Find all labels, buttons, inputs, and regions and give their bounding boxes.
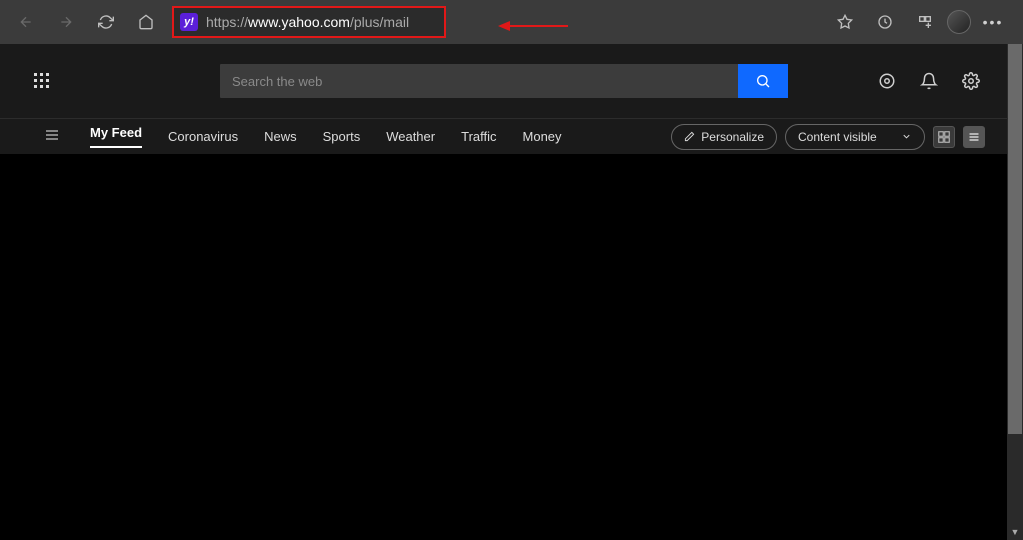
chevron-down-icon <box>901 131 912 142</box>
personalize-button[interactable]: Personalize <box>671 124 777 150</box>
feed-menu-button[interactable] <box>44 127 60 146</box>
yahoo-favicon-icon: y! <box>180 13 198 31</box>
scrollbar-down-button[interactable]: ▼ <box>1007 524 1023 540</box>
hamburger-icon <box>44 127 60 143</box>
search-icon <box>755 73 771 89</box>
rewards-icon <box>878 72 896 90</box>
feed-controls: Personalize Content visible <box>671 124 985 150</box>
content-visible-dropdown[interactable]: Content visible <box>785 124 925 150</box>
rewards-button[interactable] <box>877 71 897 91</box>
profile-avatar[interactable] <box>947 10 971 34</box>
layout-grid-icon <box>938 131 950 143</box>
ntp-topbar <box>0 44 1023 118</box>
feed-link-myfeed[interactable]: My Feed <box>90 125 142 148</box>
home-button[interactable] <box>128 4 164 40</box>
feed-link-sports[interactable]: Sports <box>323 129 361 144</box>
grid-icon <box>34 73 50 89</box>
home-icon <box>138 14 154 30</box>
browser-toolbar: y! https://www.yahoo.com/plus/mail ••• <box>0 0 1023 44</box>
refresh-button[interactable] <box>88 4 124 40</box>
content-visible-label: Content visible <box>798 130 877 144</box>
ntp-top-icons <box>877 71 981 91</box>
layout-list-button[interactable] <box>963 126 985 148</box>
gear-icon <box>962 72 980 90</box>
feed-content-area <box>0 154 1007 540</box>
scrollbar-thumb[interactable] <box>1008 44 1022 434</box>
app-launcher-button[interactable] <box>24 63 60 99</box>
favorites-button[interactable] <box>827 4 863 40</box>
toolbar-actions: ••• <box>827 4 1015 40</box>
url-text: https://www.yahoo.com/plus/mail <box>206 14 409 30</box>
collections-icon <box>917 14 933 30</box>
collections-button[interactable] <box>907 4 943 40</box>
scrollbar-track[interactable]: ▼ <box>1007 44 1023 540</box>
url-domain: www.yahoo.com <box>248 14 350 30</box>
feed-link-traffic[interactable]: Traffic <box>461 129 496 144</box>
star-plus-icon <box>837 14 853 30</box>
search-input[interactable] <box>220 64 738 98</box>
history-icon <box>877 14 893 30</box>
layout-grid-button[interactable] <box>933 126 955 148</box>
search-bar <box>220 64 788 98</box>
personalize-label: Personalize <box>701 130 764 144</box>
arrow-left-icon <box>18 14 34 30</box>
pencil-icon <box>684 131 695 142</box>
history-button[interactable] <box>867 4 903 40</box>
feed-nav: My Feed Coronavirus News Sports Weather … <box>0 118 1023 154</box>
back-button[interactable] <box>8 4 44 40</box>
forward-button[interactable] <box>48 4 84 40</box>
feed-link-news[interactable]: News <box>264 129 297 144</box>
page-content: My Feed Coronavirus News Sports Weather … <box>0 44 1023 540</box>
address-bar[interactable]: y! https://www.yahoo.com/plus/mail <box>172 6 446 38</box>
search-button[interactable] <box>738 64 788 98</box>
more-menu-button[interactable]: ••• <box>975 14 1011 30</box>
feed-link-weather[interactable]: Weather <box>386 129 435 144</box>
settings-button[interactable] <box>961 71 981 91</box>
layout-list-icon <box>968 131 980 143</box>
notifications-button[interactable] <box>919 71 939 91</box>
feed-link-coronavirus[interactable]: Coronavirus <box>168 129 238 144</box>
bell-icon <box>920 72 938 90</box>
arrow-right-icon <box>58 14 74 30</box>
url-path: /plus/mail <box>350 14 409 30</box>
refresh-icon <box>98 14 114 30</box>
url-proto: https:// <box>206 14 248 30</box>
feed-link-money[interactable]: Money <box>523 129 562 144</box>
